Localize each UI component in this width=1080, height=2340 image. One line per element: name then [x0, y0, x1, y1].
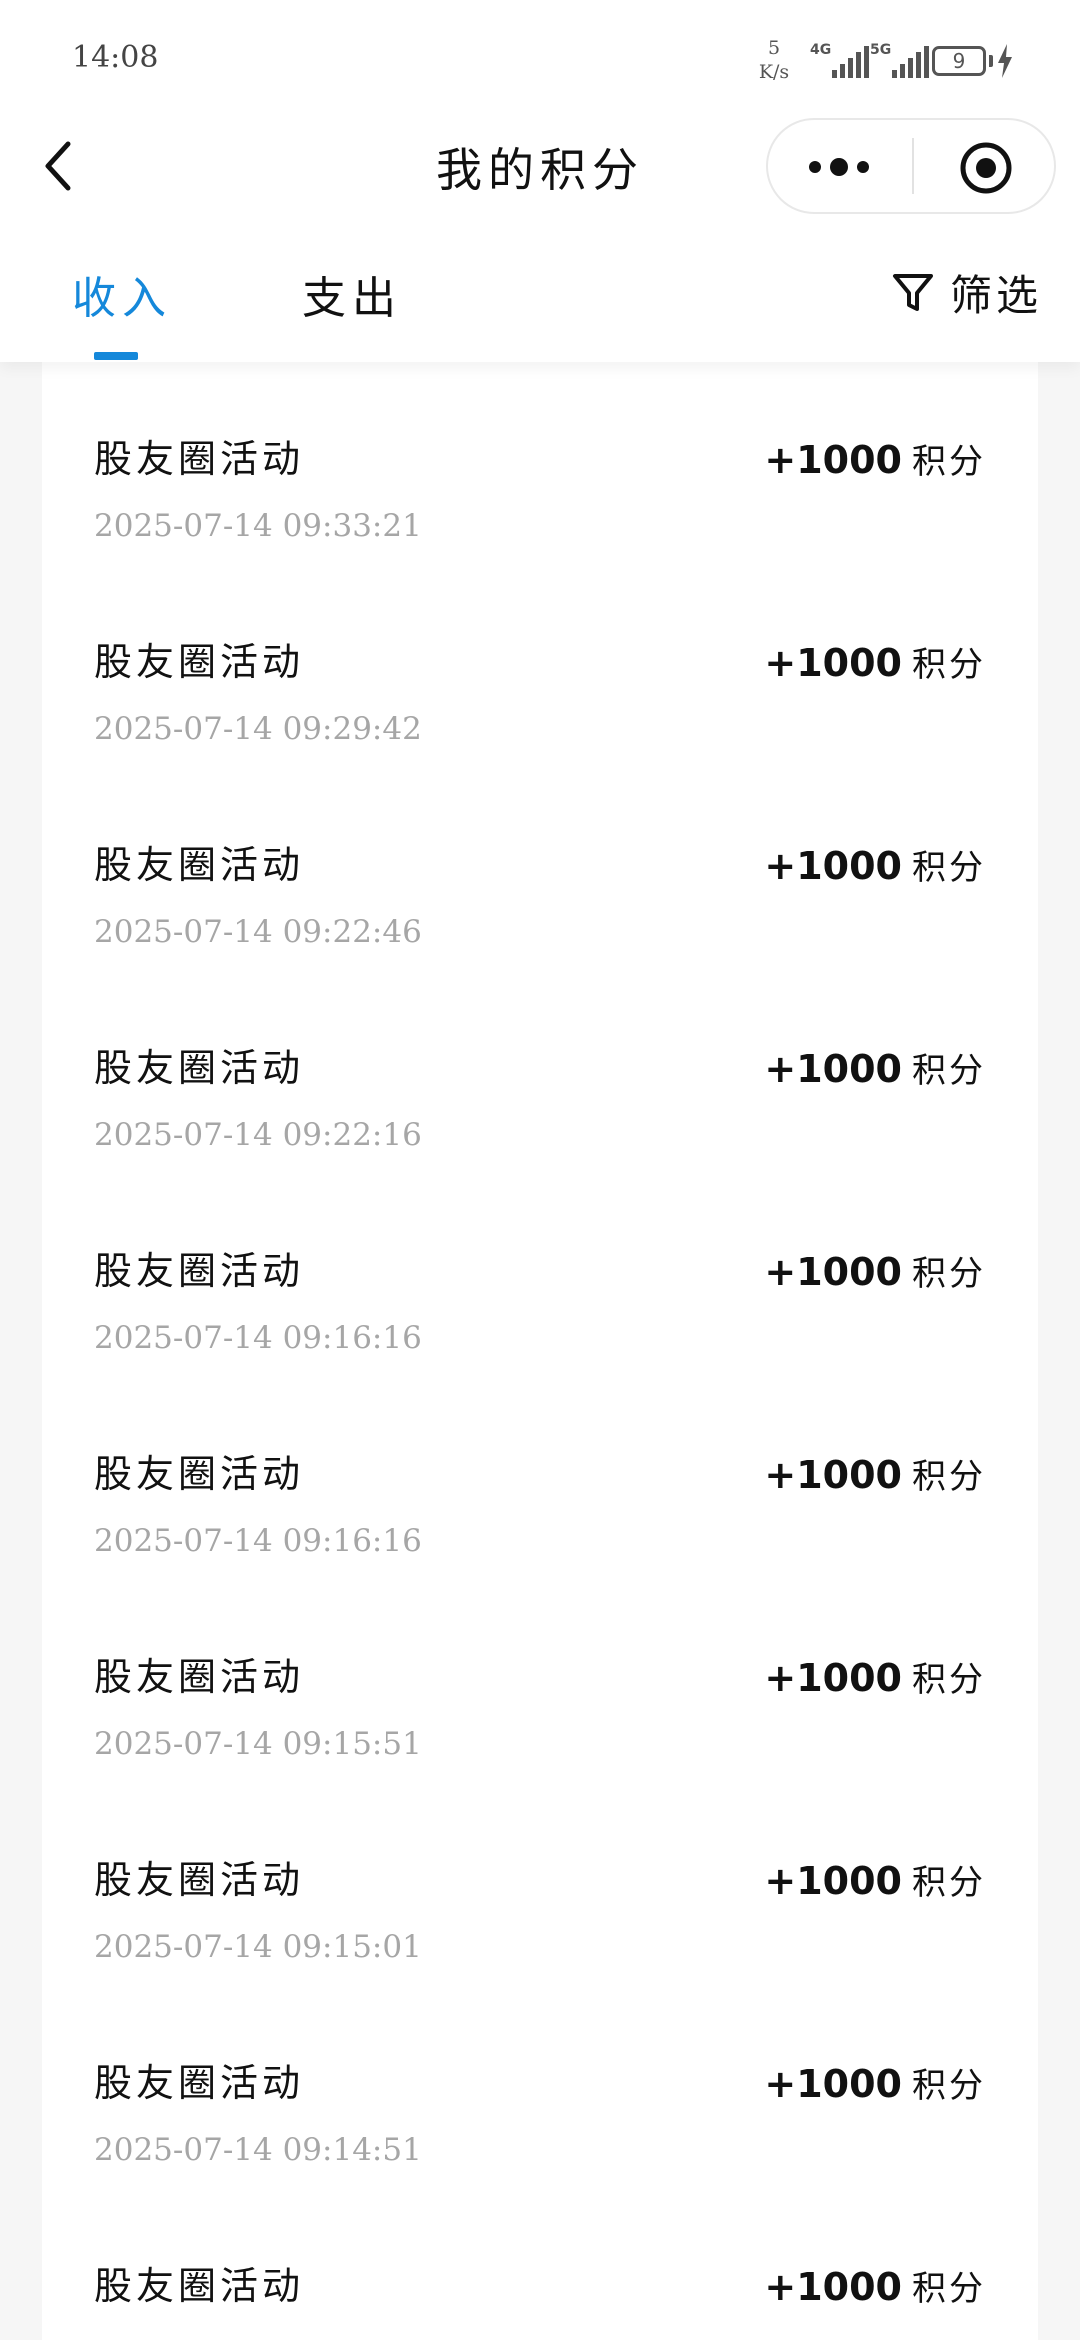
points-record-list: 股友圈活动 2025-07-14 09:33:21 +1000 积分 股友圈活动 … [42, 362, 1038, 2340]
record-amount: +1000 积分 [764, 637, 986, 686]
list-item[interactable]: 股友圈活动 2025-07-14 09:22:16 +1000 积分 [42, 971, 1038, 1174]
record-amount: +1000 积分 [764, 1652, 986, 1701]
filter-funnel-icon [893, 274, 933, 311]
status-bar: 14:08 5 K/s 4G 5G 9 [0, 0, 1080, 120]
record-title: 股友圈活动 [94, 843, 305, 887]
list-item[interactable]: 股友圈活动 2025-07-14 09:33:21 +1000 积分 [42, 362, 1038, 565]
record-time: 2025-07-14 09:29:42 [94, 711, 422, 747]
target-icon[interactable] [958, 140, 1014, 196]
record-points: +1000 [764, 1250, 902, 1294]
mini-program-capsule [766, 118, 1056, 214]
record-points: +1000 [764, 1656, 902, 1700]
record-amount: +1000 积分 [764, 1855, 986, 1904]
more-dots-icon[interactable] [806, 150, 872, 184]
record-title: 股友圈活动 [94, 2264, 305, 2308]
capsule-divider [912, 138, 914, 194]
record-title: 股友圈活动 [94, 1249, 305, 1293]
record-title: 股友圈活动 [94, 640, 305, 684]
record-unit: 积分 [912, 2269, 986, 2309]
record-unit: 积分 [912, 1660, 986, 1700]
filter-label: 筛选 [950, 271, 1043, 320]
record-unit: 积分 [912, 1051, 986, 1091]
record-unit: 积分 [912, 1254, 986, 1294]
record-time: 2025-07-14 09:16:16 [94, 1523, 422, 1559]
record-time: 2025-07-14 09:33:21 [94, 508, 422, 544]
record-points: +1000 [764, 1859, 902, 1903]
record-title: 股友圈活动 [94, 1655, 305, 1699]
signal-5g-label: 5G [870, 42, 892, 58]
tab-income[interactable]: 收入 [72, 262, 172, 326]
signal-bars-icon [892, 46, 929, 78]
tab-active-indicator [94, 352, 138, 360]
record-points: +1000 [764, 2062, 902, 2106]
list-item[interactable]: 股友圈活动 2025-07-14 09:15:51 +1000 积分 [42, 1580, 1038, 1783]
record-unit: 积分 [912, 848, 986, 888]
record-title: 股友圈活动 [94, 437, 305, 481]
record-time: 2025-07-14 09:14:51 [94, 2132, 422, 2168]
list-item[interactable]: 股友圈活动 2025-07-14 09:15:01 +1000 积分 [42, 1783, 1038, 1986]
record-points: +1000 [764, 2265, 902, 2309]
record-title: 股友圈活动 [94, 2061, 305, 2105]
record-amount: +1000 积分 [764, 434, 986, 483]
record-points: +1000 [764, 641, 902, 685]
list-item[interactable]: 股友圈活动 2025-07-14 09:22:46 +1000 积分 [42, 768, 1038, 971]
tab-expense[interactable]: 支出 [302, 262, 402, 326]
battery-tip [989, 55, 993, 67]
bolt-icon [998, 44, 1012, 78]
list-item[interactable]: 股友圈活动 2025-07-14 09:14:51 +1000 积分 [42, 1986, 1038, 2189]
record-time: 2025-07-14 09:15:51 [94, 1726, 422, 1762]
top-bar: 14:08 5 K/s 4G 5G 9 我的积分 收入 支出 筛选 [0, 0, 1080, 362]
signal-bars-icon [832, 46, 869, 78]
record-points: +1000 [764, 844, 902, 888]
page-title: 我的积分 [436, 143, 644, 197]
record-amount: +1000 积分 [764, 1043, 986, 1092]
list-item[interactable]: 股友圈活动 +1000 积分 [42, 2189, 1038, 2340]
record-amount: +1000 积分 [764, 1246, 986, 1295]
signal-5g: 5G [870, 42, 929, 78]
record-amount: +1000 积分 [764, 1449, 986, 1498]
record-unit: 积分 [912, 2066, 986, 2106]
list-item[interactable]: 股友圈活动 2025-07-14 09:16:16 +1000 积分 [42, 1174, 1038, 1377]
record-time: 2025-07-14 09:22:16 [94, 1117, 422, 1153]
filter-button[interactable]: 筛选 [888, 262, 1048, 322]
record-title: 股友圈活动 [94, 1452, 305, 1496]
battery-level: 9 [952, 49, 966, 73]
record-unit: 积分 [912, 1863, 986, 1903]
record-points: +1000 [764, 1453, 902, 1497]
record-amount: +1000 积分 [764, 840, 986, 889]
record-points: +1000 [764, 1047, 902, 1091]
net-speed: 5 K/s [754, 36, 794, 84]
record-time: 2025-07-14 09:15:01 [94, 1929, 422, 1965]
net-speed-value: 5 [767, 37, 781, 59]
record-time: 2025-07-14 09:16:16 [94, 1320, 422, 1356]
record-unit: 积分 [912, 442, 986, 482]
battery-icon: 9 [932, 46, 986, 76]
signal-4g: 4G [810, 42, 869, 78]
record-time: 2025-07-14 09:22:46 [94, 914, 422, 950]
list-item[interactable]: 股友圈活动 2025-07-14 09:16:16 +1000 积分 [42, 1377, 1038, 1580]
record-amount: +1000 积分 [764, 2058, 986, 2107]
record-title: 股友圈活动 [94, 1046, 305, 1090]
list-item[interactable]: 股友圈活动 2025-07-14 09:29:42 +1000 积分 [42, 565, 1038, 768]
record-title: 股友圈活动 [94, 1858, 305, 1902]
record-unit: 积分 [912, 1457, 986, 1497]
chevron-left-icon[interactable] [38, 136, 82, 196]
record-amount: +1000 积分 [764, 2261, 986, 2310]
status-time: 14:08 [72, 40, 159, 75]
record-unit: 积分 [912, 645, 986, 685]
net-speed-unit: K/s [758, 61, 790, 83]
record-points: +1000 [764, 438, 902, 482]
signal-4g-label: 4G [810, 42, 832, 58]
